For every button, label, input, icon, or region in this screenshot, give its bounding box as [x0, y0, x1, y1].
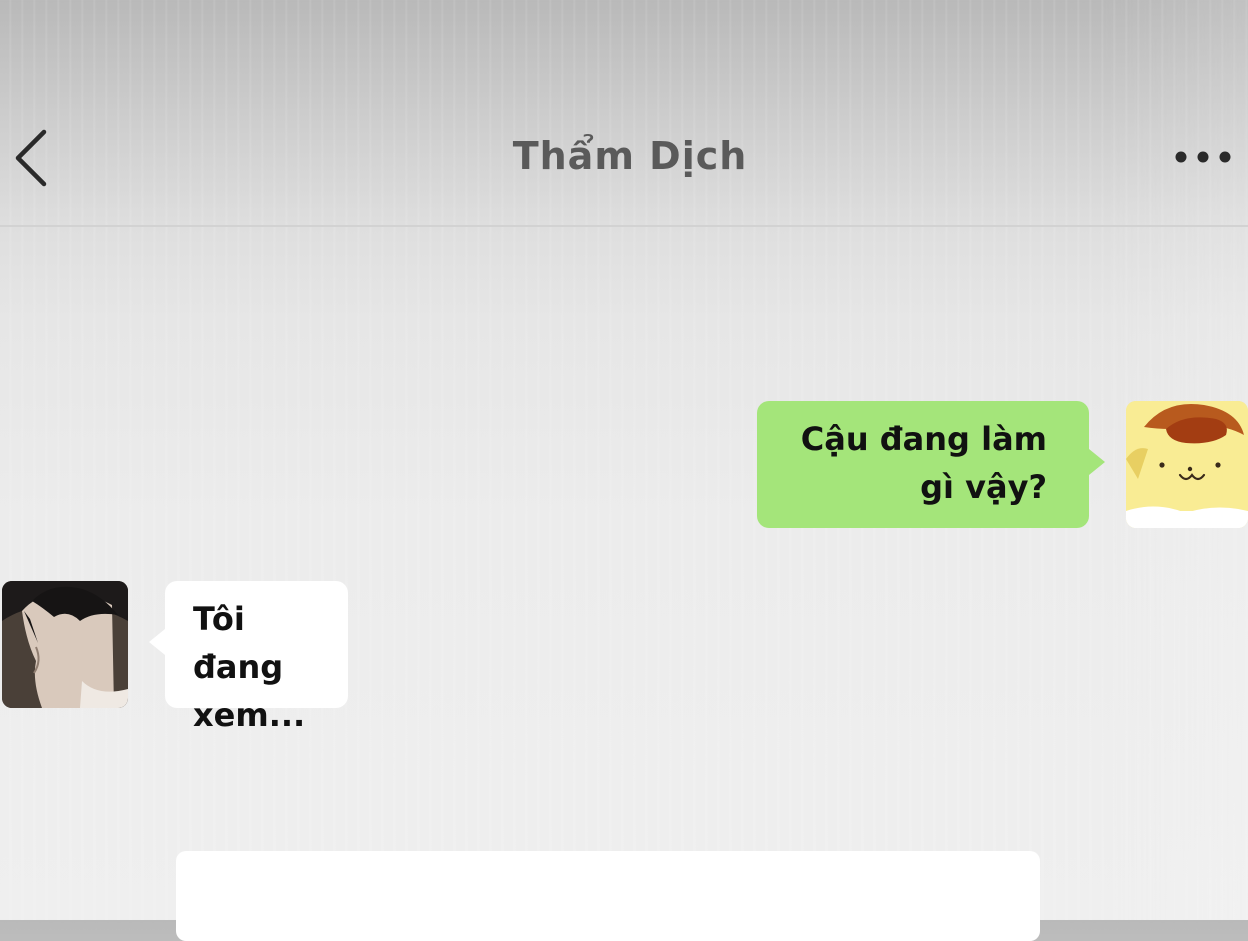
chat-title: Thẩm Dịch — [512, 134, 748, 178]
message-line: Cậu đang làm — [800, 420, 1047, 458]
pompompurin-avatar — [1126, 401, 1248, 528]
message-line: Tôi đang — [193, 600, 284, 686]
message-bubble-outgoing[interactable]: Cậu đang làm gì vậy? — [757, 401, 1105, 528]
chat-header: Thẩm Dịch — [0, 0, 1248, 227]
more-horizontal-icon — [1175, 151, 1231, 163]
chevron-left-icon — [15, 129, 47, 187]
self-avatar[interactable] — [1126, 401, 1248, 528]
dark-haired-man-avatar — [2, 581, 128, 708]
message-line: xem... — [193, 696, 306, 734]
message-bubble-incoming[interactable]: Tôi đang xem... — [149, 581, 348, 734]
contact-avatar[interactable] — [2, 581, 128, 708]
message-input[interactable] — [176, 851, 1040, 941]
more-options-button[interactable] — [1168, 140, 1238, 174]
message-line: gì vậy? — [920, 468, 1047, 506]
back-button[interactable] — [8, 126, 58, 190]
